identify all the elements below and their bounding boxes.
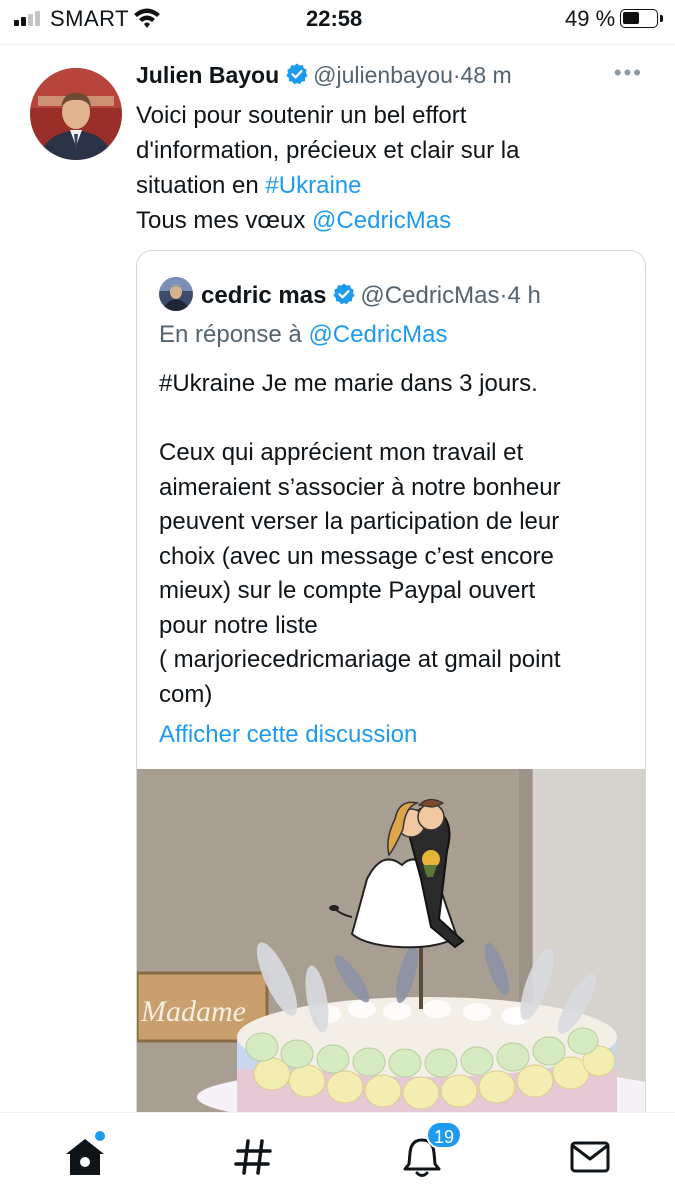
separator-dot: · bbox=[452, 62, 461, 88]
quoted-tweet-age[interactable]: 4 h bbox=[507, 282, 540, 309]
divider bbox=[0, 44, 675, 45]
avatar-photo bbox=[30, 68, 122, 160]
quoted-tweet-text-line: com) bbox=[159, 680, 213, 708]
author-handle[interactable]: @julienbayou bbox=[313, 62, 453, 88]
nav-explore[interactable] bbox=[230, 1133, 278, 1181]
quoted-author-name[interactable]: cedric mas bbox=[201, 282, 326, 309]
clock: 22:58 bbox=[306, 6, 363, 31]
verified-badge-icon bbox=[333, 283, 356, 305]
reply-mention-link[interactable]: @CedricMas bbox=[308, 321, 447, 348]
tweet-text-fragment: situation en bbox=[136, 172, 266, 199]
tweet-text-line: d'information, précieux et clair sur la bbox=[136, 137, 520, 164]
nav-messages[interactable] bbox=[566, 1133, 614, 1181]
notification-badge: 19 bbox=[426, 1121, 463, 1149]
hashtag-icon bbox=[234, 1139, 272, 1175]
quoted-author-handle[interactable]: @CedricMas bbox=[360, 282, 499, 309]
image-sign-text: Madame bbox=[140, 995, 246, 1028]
quoted-tweet-text: #Ukraine Je me marie dans 3 jours. Ceux q… bbox=[159, 367, 629, 712]
quoted-tweet-header: cedric mas @CedricMas·4 h bbox=[159, 277, 541, 311]
battery-percent: 49 % bbox=[565, 6, 616, 31]
wifi-icon bbox=[134, 8, 160, 28]
tweet-age[interactable]: 48 m bbox=[461, 62, 512, 88]
quoted-author-avatar[interactable] bbox=[159, 277, 193, 311]
nav-home[interactable] bbox=[61, 1131, 109, 1181]
tweet-text: Voici pour soutenir un bel effort d'info… bbox=[136, 98, 646, 238]
quoted-tweet-text-line: Ceux qui apprécient mon travail et bbox=[159, 439, 524, 466]
quoted-tweet-text-line: peuvent verser la participation de leur bbox=[159, 508, 560, 535]
quoted-tweet-text-line: choix (avec un message c’est encore bbox=[159, 542, 554, 570]
cellular-signal-icon bbox=[14, 10, 44, 26]
battery-icon bbox=[620, 9, 663, 28]
status-bar: SMART 22:58 49 % bbox=[0, 0, 675, 40]
quoted-tweet-image[interactable]: Madame bbox=[137, 769, 646, 1114]
hashtag-link[interactable]: #Ukraine bbox=[265, 172, 361, 199]
quoted-tweet-text-line: ( marjoriecedricmariage at gmail point bbox=[159, 646, 561, 673]
quoted-tweet-text-line: mieux) sur le compte Paypal ouvert bbox=[159, 577, 536, 604]
quoted-tweet-card[interactable]: cedric mas @CedricMas·4 h En réponse à @C… bbox=[136, 250, 646, 1150]
battery-fill bbox=[623, 12, 639, 24]
carrier-name: SMART bbox=[50, 6, 130, 31]
quoted-tweet-text-line: pour notre liste bbox=[159, 611, 318, 639]
tweet-text-line: Tous mes vœux @CedricMas bbox=[136, 203, 646, 238]
author-avatar[interactable] bbox=[30, 68, 122, 160]
quoted-tweet-text-line: #Ukraine Je me marie dans 3 jours. bbox=[159, 370, 538, 397]
envelope-icon bbox=[570, 1141, 610, 1173]
tweet-text-line: situation en #Ukraine bbox=[136, 168, 646, 203]
tweet-header: Julien Bayou @julienbayou·48 m bbox=[136, 62, 656, 96]
mention-link[interactable]: @CedricMas bbox=[312, 207, 451, 234]
verified-badge-icon bbox=[286, 63, 308, 85]
more-options-icon[interactable]: ••• bbox=[614, 60, 643, 86]
reply-prefix: En réponse à bbox=[159, 321, 309, 348]
show-thread-link[interactable]: Afficher cette discussion bbox=[159, 721, 417, 749]
reply-context: En réponse à @CedricMas bbox=[159, 321, 448, 349]
tweet-text-fragment: Tous mes vœux bbox=[136, 207, 313, 234]
bottom-navigation: 19 bbox=[0, 1112, 675, 1200]
quoted-tweet-text-line: aimeraient s’associer à notre bonheur bbox=[159, 473, 561, 501]
tweet-text-line: Voici pour soutenir un bel effort bbox=[136, 102, 467, 129]
nav-notifications[interactable]: 19 bbox=[398, 1121, 463, 1181]
author-name[interactable]: Julien Bayou bbox=[136, 62, 279, 88]
new-content-dot bbox=[95, 1131, 105, 1141]
